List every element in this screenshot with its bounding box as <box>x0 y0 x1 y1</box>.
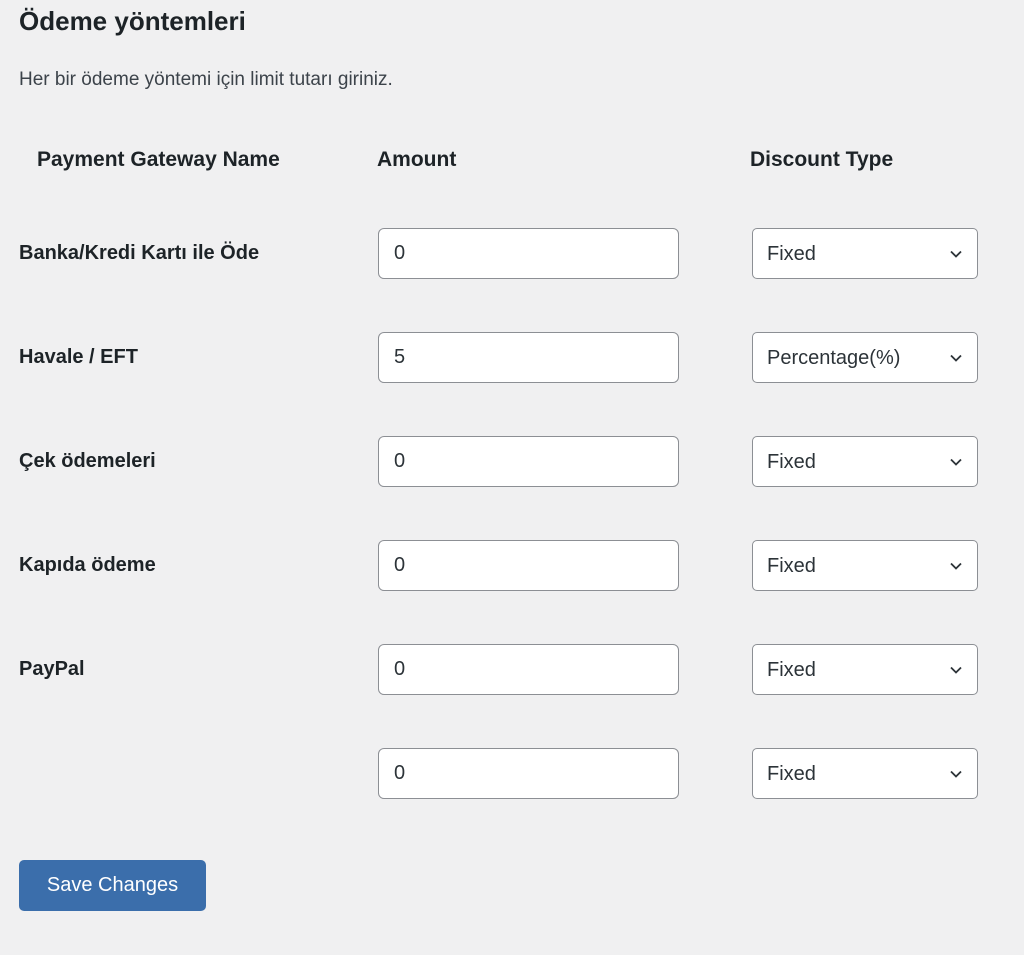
chevron-down-icon <box>950 562 962 570</box>
column-header-discount-type: Discount Type <box>750 148 894 171</box>
discount-type-select[interactable]: Fixed <box>752 748 978 799</box>
table-row: Kapıda ödeme Fixed <box>0 540 1024 592</box>
chevron-down-icon <box>950 666 962 674</box>
column-header-gateway-name: Payment Gateway Name <box>37 148 280 171</box>
gateway-name: Kapıda ödeme <box>19 554 156 576</box>
discount-type-select[interactable]: Fixed <box>752 540 978 591</box>
chevron-down-icon <box>950 250 962 258</box>
table-row: Fixed <box>0 748 1024 800</box>
discount-type-select[interactable]: Fixed <box>752 228 978 279</box>
gateway-name: PayPal <box>19 658 85 680</box>
gateway-name: Havale / EFT <box>19 346 138 368</box>
discount-type-value: Fixed <box>767 451 816 473</box>
amount-input[interactable] <box>378 748 679 799</box>
gateway-name: Çek ödemeleri <box>19 450 156 472</box>
table-row: PayPal Fixed <box>0 644 1024 696</box>
amount-input[interactable] <box>378 436 679 487</box>
section-title: Ödeme yöntemleri <box>19 6 246 36</box>
discount-type-select[interactable]: Fixed <box>752 644 978 695</box>
chevron-down-icon <box>950 770 962 778</box>
chevron-down-icon <box>950 354 962 362</box>
discount-type-value: Fixed <box>767 763 816 785</box>
amount-input[interactable] <box>378 540 679 591</box>
section-description: Her bir ödeme yöntemi için limit tutarı … <box>19 69 393 90</box>
discount-type-value: Fixed <box>767 659 816 681</box>
table-row: Çek ödemeleri Fixed <box>0 436 1024 488</box>
discount-type-select[interactable]: Fixed <box>752 436 978 487</box>
amount-input[interactable] <box>378 644 679 695</box>
discount-type-value: Percentage(%) <box>767 347 901 369</box>
save-changes-button[interactable]: Save Changes <box>19 860 206 911</box>
table-row: Havale / EFT Percentage(%) <box>0 332 1024 384</box>
discount-type-value: Fixed <box>767 243 816 265</box>
column-header-amount: Amount <box>377 148 457 171</box>
discount-type-select[interactable]: Percentage(%) <box>752 332 978 383</box>
discount-type-value: Fixed <box>767 555 816 577</box>
gateway-name: Banka/Kredi Kartı ile Öde <box>19 242 260 264</box>
amount-input[interactable] <box>378 332 679 383</box>
chevron-down-icon <box>950 458 962 466</box>
amount-input[interactable] <box>378 228 679 279</box>
table-row: Banka/Kredi Kartı ile Öde Fixed <box>0 228 1024 280</box>
